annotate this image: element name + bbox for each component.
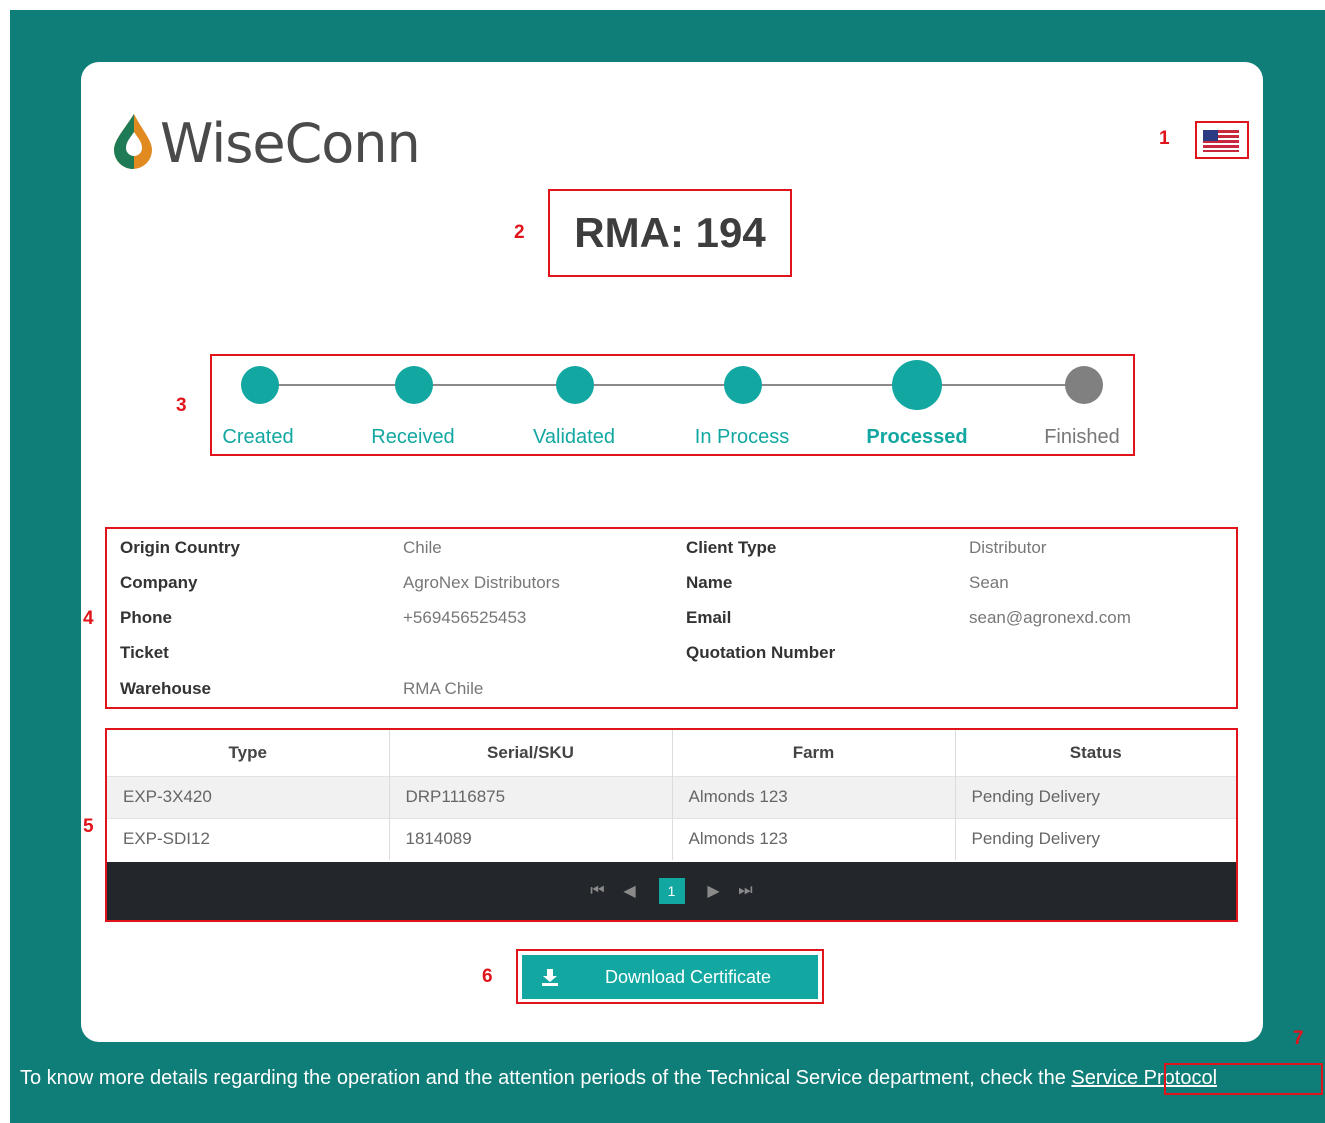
annotation-number-6: 6 <box>482 966 493 987</box>
annotation-box-7 <box>1164 1063 1323 1095</box>
annotation-number-5: 5 <box>83 816 94 837</box>
footer-text: To know more details regarding the opera… <box>20 1067 1066 1089</box>
wiseconn-logo: WiseConn <box>110 112 421 175</box>
annotation-number-4: 4 <box>83 608 94 629</box>
annotation-box-1 <box>1195 121 1249 159</box>
annotation-number-1: 1 <box>1159 128 1170 149</box>
annotation-box-4 <box>105 527 1238 709</box>
annotation-number-2: 2 <box>514 222 525 243</box>
footer-notice: To know more details regarding the opera… <box>20 1067 1217 1090</box>
annotation-box-2 <box>548 189 792 277</box>
annotation-number-7: 7 <box>1293 1028 1304 1049</box>
annotation-number-3: 3 <box>176 395 187 416</box>
water-drop-icon <box>110 112 156 175</box>
annotation-box-3 <box>210 354 1135 456</box>
logo-text: WiseConn <box>160 112 421 175</box>
annotation-box-5 <box>105 728 1238 922</box>
annotation-box-6 <box>516 949 824 1004</box>
